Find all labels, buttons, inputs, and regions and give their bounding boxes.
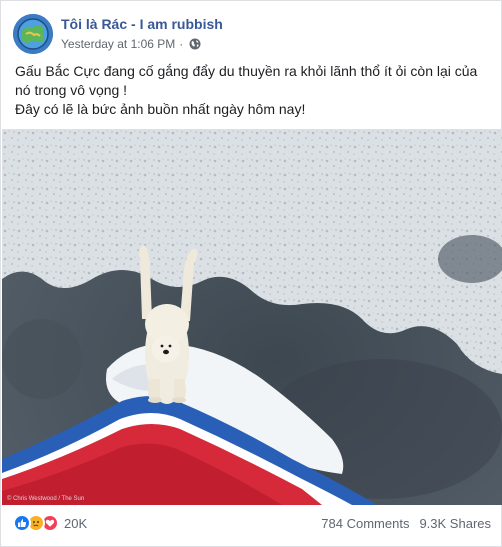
- post-timestamp[interactable]: Yesterday at 1:06 PM: [61, 37, 175, 51]
- caption-line-2: Đây có lẽ là bức ảnh buồn nhất ngày hôm …: [15, 101, 306, 117]
- post-photo[interactable]: © Chris Westwood / The Sun: [2, 129, 502, 505]
- post-stats: 784 Comments 9.3K Shares: [321, 516, 491, 531]
- reactions-summary[interactable]: 20K: [13, 514, 87, 532]
- post-card: Tôi là Rác - I am rubbish Yesterday at 1…: [0, 0, 502, 547]
- page-avatar[interactable]: [13, 14, 53, 54]
- comments-count-link[interactable]: 784 Comments: [321, 516, 409, 531]
- post-header: Tôi là Rác - I am rubbish Yesterday at 1…: [13, 13, 491, 57]
- photo-credit: © Chris Westwood / The Sun: [7, 496, 85, 502]
- caption-line-1: Gấu Bắc Cực đang cố gắng đẩy du thuyền r…: [15, 63, 478, 98]
- post-footer: 20K 784 Comments 9.3K Shares: [13, 512, 491, 536]
- like-icon: [13, 514, 31, 532]
- shares-count-link[interactable]: 9.3K Shares: [419, 516, 491, 531]
- author-name-link[interactable]: Tôi là Rác - I am rubbish: [61, 16, 223, 32]
- post-meta: Yesterday at 1:06 PM ·: [61, 37, 201, 51]
- post-caption: Gấu Bắc Cực đang cố gắng đẩy du thuyền r…: [15, 62, 491, 119]
- polar-bear-photo: [2, 129, 502, 505]
- avatar-image: [13, 14, 53, 54]
- meta-separator: ·: [179, 37, 184, 51]
- globe-icon[interactable]: [189, 38, 201, 50]
- reaction-count: 20K: [64, 515, 88, 531]
